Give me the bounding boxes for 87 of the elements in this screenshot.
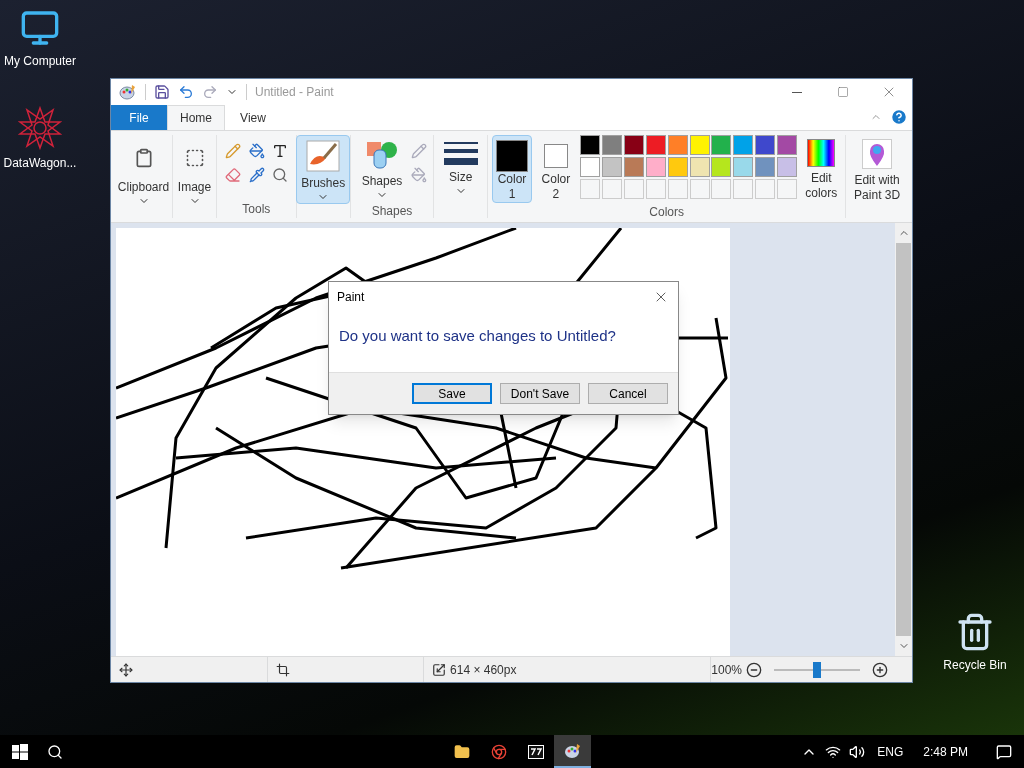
canvas-size-icon [432,662,447,677]
ribbon-tab[interactable]: View [225,105,281,130]
dialog-button[interactable]: Save [412,383,492,404]
vertical-scrollbar[interactable] [895,223,912,656]
outline-icon[interactable] [411,143,428,159]
palette-swatch[interactable] [667,157,688,177]
dialog-title: Paint [337,289,365,306]
paint-drop-icon [862,139,893,169]
desktop-icon-label[interactable]: DataWagon... [3,154,77,172]
archive-icon [527,744,544,759]
palette-swatch[interactable] [579,135,600,155]
taskbar-app-button[interactable] [554,735,591,768]
image-button[interactable]: Image [172,135,217,208]
palette-swatch[interactable] [601,135,622,155]
maximize-icon [837,86,849,98]
fill-icon[interactable] [411,167,428,183]
palette-swatch[interactable] [623,135,644,155]
palette-swatch[interactable] [689,157,710,177]
dashed-square-icon [184,148,205,168]
palette-swatch[interactable] [755,157,776,177]
notifications-icon[interactable] [996,743,1012,760]
color-slot-button[interactable]: Color 1 [492,135,532,203]
help-icon[interactable] [890,108,908,126]
rainbow-icon [807,139,836,167]
file-menu-tab[interactable]: File [111,105,167,130]
star-shape-icon [18,106,62,150]
palette-swatch[interactable] [777,157,798,177]
palette-swatch[interactable] [711,157,732,177]
zoom-slider-thumb[interactable] [813,661,821,678]
undo-icon[interactable] [178,84,194,100]
zoom-level: 100% [711,661,742,679]
cursor-position-icon [119,662,133,677]
desktop-icon-label[interactable]: My Computer [4,52,76,70]
shapes-icon [365,140,398,170]
redo-icon[interactable] [202,84,218,100]
group-label: Colors [649,204,684,221]
palette-icon [119,84,137,100]
line-sizes-icon [443,140,478,166]
language-indicator[interactable]: ENG [877,742,904,761]
folder-icon [453,743,470,760]
palette-swatch[interactable] [733,157,754,177]
palette-swatch[interactable] [733,135,754,155]
group-label: Tools [242,201,271,218]
palette-swatch[interactable] [711,135,732,155]
palette-swatch[interactable] [579,157,600,177]
color-picker-icon[interactable] [248,167,265,183]
start-icon[interactable] [12,743,28,760]
palette-swatch[interactable] [623,157,644,177]
palette-icon [563,742,582,759]
eraser-icon[interactable] [225,167,241,183]
computer-icon [20,8,60,48]
ribbon-tab[interactable]: Home [167,105,225,130]
pencil-icon[interactable] [225,143,241,159]
window-title: Untitled - Paint [255,84,334,101]
color-slot-button[interactable]: Color 2 [535,135,576,203]
palette-swatch[interactable] [777,135,798,155]
magnifier-icon[interactable] [272,167,289,183]
dialog-button[interactable]: Don't Save [500,383,580,404]
text-tool-icon[interactable] [272,143,289,159]
dialog-message: Do you want to save changes to Untitled? [339,327,616,344]
paintbrush-icon [306,140,341,172]
edit-colors-button[interactable]: Edit colors [801,135,842,201]
desktop-icon-label[interactable]: Recycle Bin [943,656,1007,674]
dialog-button[interactable]: Cancel [588,383,668,404]
size-button[interactable]: Size [438,135,483,198]
palette-swatch[interactable] [755,135,776,155]
canvas-dimensions: 614 × 460px [450,661,517,679]
palette-swatch[interactable] [645,135,666,155]
palette-swatch[interactable] [667,135,688,155]
zoom-out-icon[interactable] [746,661,762,678]
search-icon[interactable] [47,743,63,760]
group-label: Shapes [371,203,413,220]
fill-bucket-icon[interactable] [248,143,265,159]
brushes-button[interactable]: Brushes [296,135,351,204]
shapes-button[interactable]: Shapes [356,135,408,202]
edit-with-paint-3d-button[interactable]: Edit with Paint 3D [846,135,908,218]
clipboard-button[interactable]: Clipboard [112,135,175,208]
selection-size-icon [275,662,290,677]
zoom-in-icon[interactable] [872,661,888,678]
browser-icon [490,743,507,760]
minimize-icon [792,91,802,93]
palette-swatch[interactable] [601,157,622,177]
palette-swatch[interactable] [689,135,710,155]
palette-swatch[interactable] [645,157,666,177]
clock[interactable]: 2:48 PM [923,742,968,761]
volume-icon[interactable] [849,743,866,760]
save-icon[interactable] [154,84,170,100]
